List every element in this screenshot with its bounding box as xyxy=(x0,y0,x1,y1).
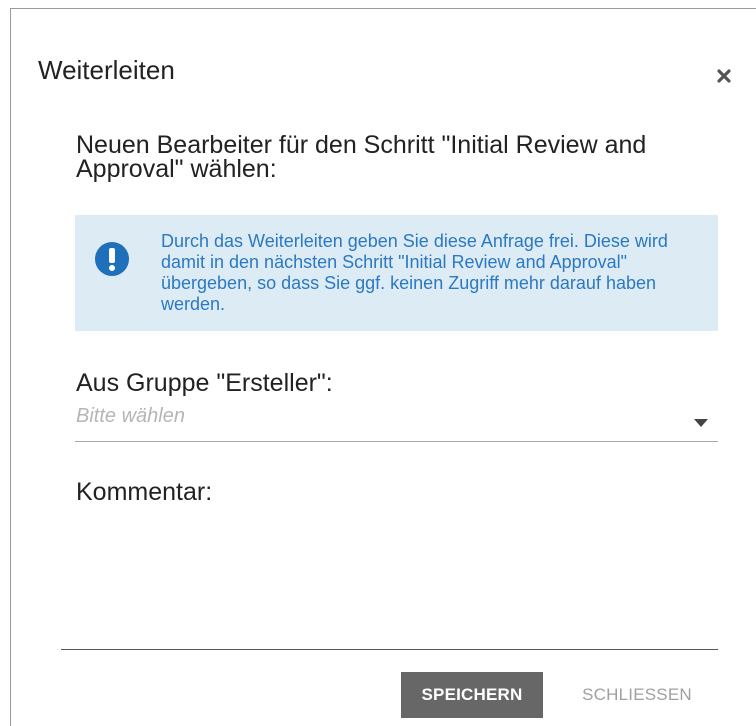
alert-message: Durch das Weiterleiten geben Sie diese A… xyxy=(161,231,668,314)
info-alert: Durch das Weiterleiten geben Sie diese A… xyxy=(75,215,718,331)
exclamation-circle-icon xyxy=(95,242,129,276)
dialog-title: Weiterleiten xyxy=(38,55,175,85)
select-placeholder: Bitte wählen xyxy=(76,405,185,427)
save-button[interactable]: SPEICHERN xyxy=(401,672,543,718)
assignee-prompt: Neuen Bearbeiter für den Schritt "Initia… xyxy=(76,131,647,183)
close-button[interactable] xyxy=(711,63,737,89)
caret-down-icon[interactable] xyxy=(694,419,708,427)
group-select-label: Aus Gruppe "Ersteller": xyxy=(76,369,333,397)
assignee-select[interactable]: Bitte wählen xyxy=(75,401,718,442)
close-icon[interactable] xyxy=(717,69,731,83)
comment-label: Kommentar: xyxy=(76,478,213,506)
forward-dialog: Weiterleiten Neuen Bearbeiter für den Sc… xyxy=(10,8,756,726)
cancel-button[interactable]: SCHLIESSEN xyxy=(564,672,710,718)
comment-textarea[interactable] xyxy=(61,519,718,650)
